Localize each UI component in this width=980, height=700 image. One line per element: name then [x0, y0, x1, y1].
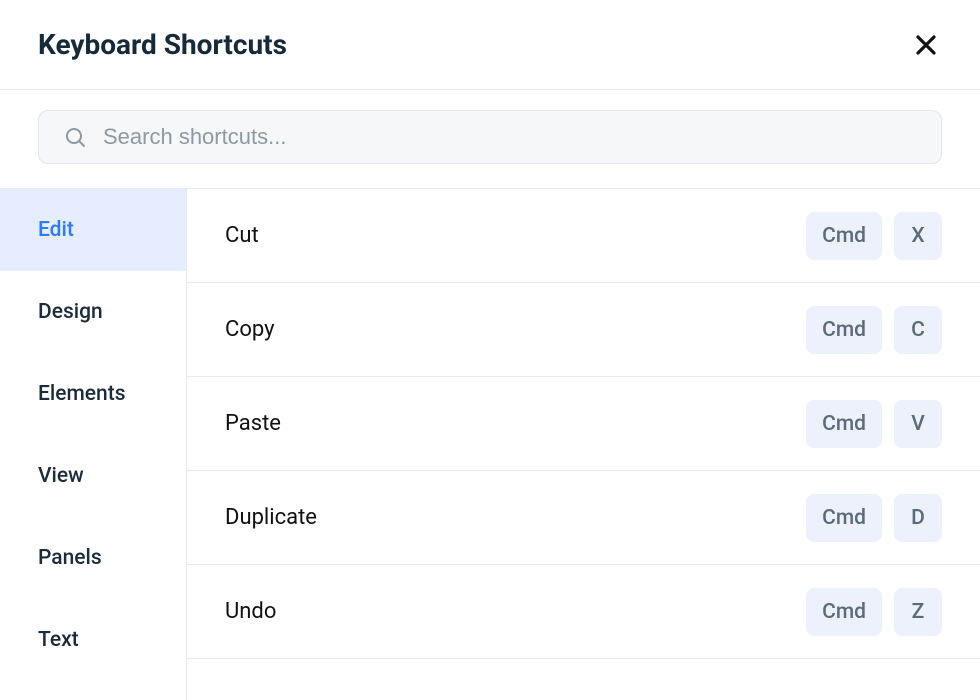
- sidebar-item-label: Edit: [38, 218, 74, 242]
- key: Cmd: [806, 306, 882, 354]
- key: Cmd: [806, 400, 882, 448]
- search-input[interactable]: [103, 124, 917, 150]
- shortcut-label: Paste: [225, 411, 281, 436]
- shortcut-keys: Cmd D: [806, 494, 942, 542]
- body: Edit Design Elements View Panels Text Cu…: [0, 189, 980, 700]
- sidebar-item-design[interactable]: Design: [0, 271, 186, 353]
- search-icon: [63, 125, 87, 149]
- sidebar-item-label: Text: [38, 628, 79, 652]
- sidebar-item-view[interactable]: View: [0, 435, 186, 517]
- key: Z: [894, 588, 942, 636]
- sidebar: Edit Design Elements View Panels Text: [0, 189, 186, 700]
- shortcut-row: Copy Cmd C: [187, 283, 980, 377]
- sidebar-item-text[interactable]: Text: [0, 599, 186, 681]
- shortcut-keys: Cmd C: [806, 306, 942, 354]
- shortcut-row: [187, 659, 980, 700]
- search-box[interactable]: [38, 110, 942, 164]
- key: Cmd: [806, 494, 882, 542]
- key: Cmd: [806, 588, 882, 636]
- key: X: [894, 212, 942, 260]
- shortcut-keys: Cmd X: [806, 212, 942, 260]
- key: Cmd: [806, 212, 882, 260]
- header: Keyboard Shortcuts: [0, 0, 980, 90]
- shortcut-list: Cut Cmd X Copy Cmd C Paste Cmd V Duplica…: [186, 189, 980, 700]
- shortcut-label: Cut: [225, 223, 259, 248]
- shortcut-row: Undo Cmd Z: [187, 565, 980, 659]
- close-button[interactable]: [910, 29, 942, 61]
- shortcut-row: Cut Cmd X: [187, 189, 980, 283]
- shortcut-row: Duplicate Cmd D: [187, 471, 980, 565]
- sidebar-item-label: View: [38, 464, 84, 488]
- shortcut-label: Undo: [225, 599, 276, 624]
- sidebar-item-label: Elements: [38, 382, 126, 406]
- key: V: [894, 400, 942, 448]
- sidebar-item-edit[interactable]: Edit: [0, 189, 186, 271]
- key: C: [894, 306, 942, 354]
- page-title: Keyboard Shortcuts: [38, 28, 287, 61]
- key: D: [894, 494, 942, 542]
- close-icon: [914, 33, 938, 57]
- shortcut-label: Duplicate: [225, 505, 317, 530]
- sidebar-item-label: Panels: [38, 546, 102, 570]
- sidebar-item-panels[interactable]: Panels: [0, 517, 186, 599]
- shortcut-keys: Cmd Z: [806, 588, 942, 636]
- shortcut-row: Paste Cmd V: [187, 377, 980, 471]
- search-area: [0, 90, 980, 189]
- sidebar-item-elements[interactable]: Elements: [0, 353, 186, 435]
- sidebar-item-label: Design: [38, 300, 103, 324]
- shortcut-keys: Cmd V: [806, 400, 942, 448]
- shortcut-label: Copy: [225, 317, 275, 342]
